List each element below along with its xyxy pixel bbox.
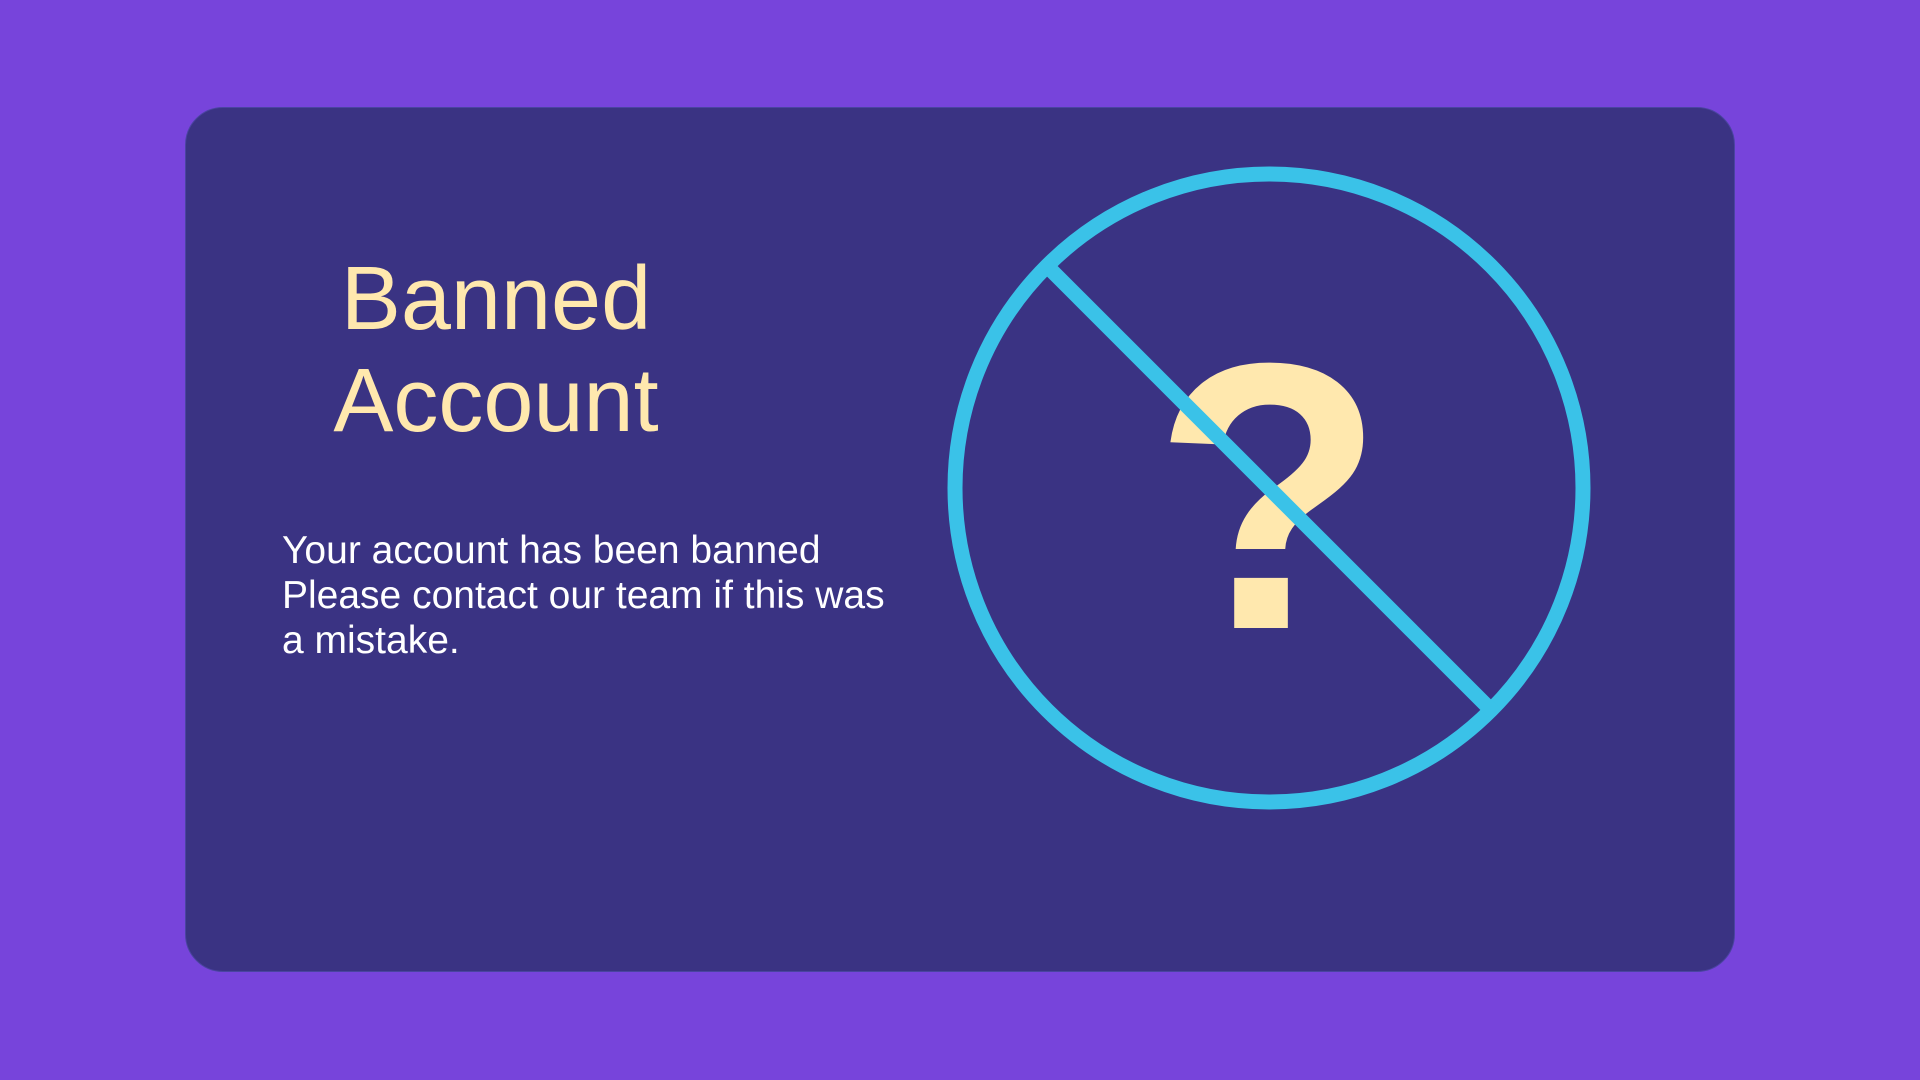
banned-card: Banned Account Your account has been ban…	[185, 107, 1735, 972]
page-title: Banned Account	[286, 248, 706, 452]
title-line-2: Account	[333, 351, 659, 451]
ban-message: Your account has been banned Please cont…	[282, 528, 922, 663]
ban-message-line-3: a mistake.	[282, 619, 460, 662]
ban-message-line-1: Your account has been banned	[282, 529, 821, 572]
title-line-1: Banned	[340, 249, 652, 349]
ban-message-line-2: Please contact our team if this was	[282, 574, 885, 617]
prohibited-question-icon: ?	[947, 166, 1591, 810]
